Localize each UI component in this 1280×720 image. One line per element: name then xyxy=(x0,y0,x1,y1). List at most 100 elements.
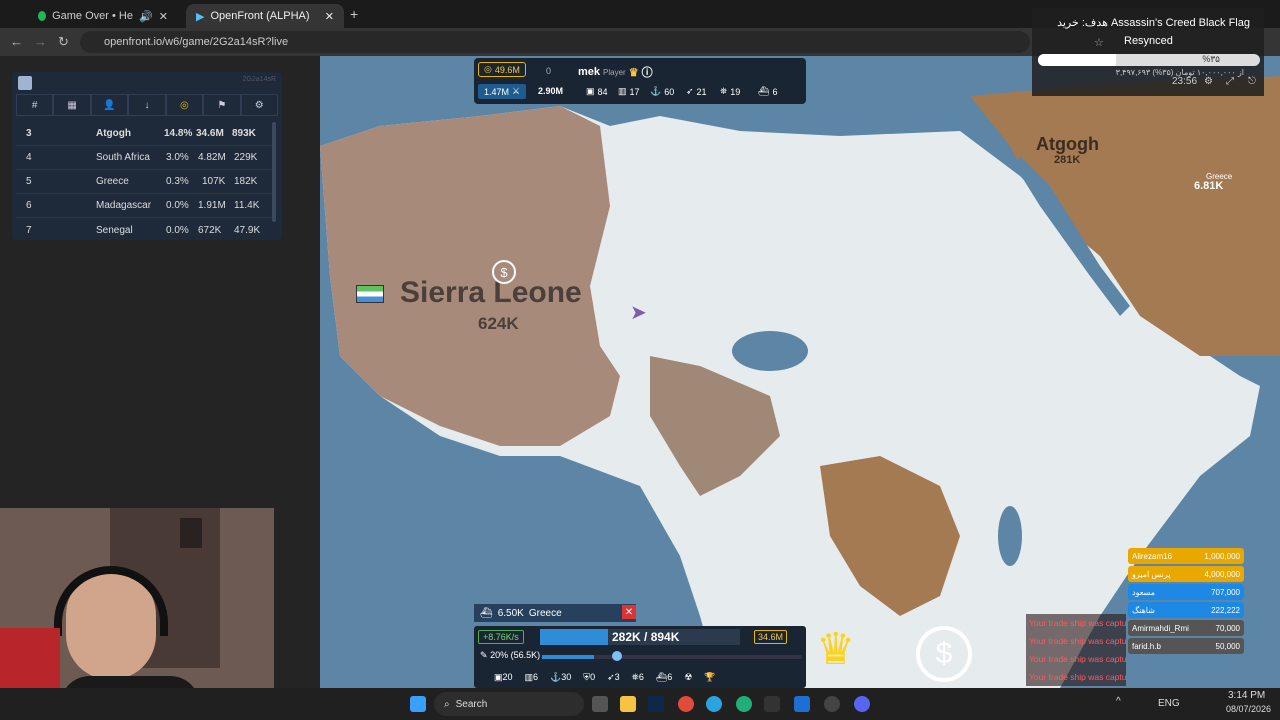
telegram-icon[interactable] xyxy=(706,696,722,712)
control-panel: ⛴ 6.50K Greece ✕ +8.76K/s 282K / 894K 34… xyxy=(474,604,806,688)
gold-chip-bottom: 34.6M xyxy=(754,630,788,644)
speaker-icon: 🔊 xyxy=(139,10,153,23)
url-field[interactable]: openfront.io/w6/game/2G2a14sR?live xyxy=(80,31,1030,53)
port-build-button[interactable]: ⚓30 xyxy=(550,672,571,683)
rate-value: +8.76K/s xyxy=(483,632,519,642)
donor-amount: 50,000 xyxy=(1215,641,1240,651)
defense-build-button[interactable]: ⛨0 xyxy=(583,672,595,683)
settings-icon[interactable]: ⚙ xyxy=(240,94,278,116)
donor-item: Amirmahdi_Rmi 70,000 xyxy=(1128,620,1244,636)
game-id: 2G2a14sR xyxy=(242,76,276,83)
country-label-sierra-leone[interactable]: Sierra Leone xyxy=(400,276,582,310)
population-fill xyxy=(540,629,608,645)
expand-icon[interactable]: ⤢ xyxy=(1226,76,1234,87)
donor-list: Alirezam16 1,000,000 پرنس امیرو 4,000,000 … xyxy=(1128,548,1244,656)
row-pct: 0.0% xyxy=(166,224,189,236)
country-troops-greece: 6.81K xyxy=(1194,180,1224,192)
city-build-button[interactable]: ▣20 xyxy=(494,672,513,683)
troops-value: 1.47M xyxy=(484,86,510,97)
donor-name: پرنس امیرو xyxy=(1132,569,1171,579)
exit-icon[interactable]: ⎋ xyxy=(1248,76,1256,87)
photoshop-icon[interactable] xyxy=(648,696,664,712)
language-indicator[interactable]: ENG xyxy=(1158,698,1180,709)
missile-build-button[interactable]: ➶3 xyxy=(607,672,620,683)
file-explorer-icon[interactable] xyxy=(620,696,636,712)
clock-time[interactable]: 3:14 PM xyxy=(1228,690,1265,701)
star-icon[interactable]: ☆ xyxy=(1094,36,1104,49)
population-bar: 282K / 894K xyxy=(540,629,740,645)
gold-coin-icon: $ xyxy=(492,260,516,284)
stat-value: 21 xyxy=(696,86,707,97)
stat-value: 19 xyxy=(730,86,741,97)
discord-icon[interactable] xyxy=(854,696,870,712)
row-rank: 6 xyxy=(26,200,32,211)
rate-chip: +8.76K/s xyxy=(478,630,524,644)
stat-value: 6 xyxy=(772,86,778,97)
code-icon[interactable] xyxy=(794,696,810,712)
windows-start-icon[interactable] xyxy=(410,696,426,712)
reload-icon[interactable]: ↻ xyxy=(58,34,69,50)
factory-build-button[interactable]: ▥6 xyxy=(525,672,539,683)
ship-icon: ⛴ xyxy=(758,86,770,96)
info-icon[interactable]: ⓘ xyxy=(642,64,653,80)
chart-icon[interactable] xyxy=(18,76,32,90)
forward-icon[interactable]: → xyxy=(34,34,47,49)
col-player-icon[interactable]: 👤 xyxy=(90,94,129,116)
col-sort-icon[interactable]: ↓ xyxy=(128,94,166,116)
leaderboard-scrollbar[interactable] xyxy=(272,122,276,222)
population-value: 282K / 894K xyxy=(612,630,680,644)
stat-value: 60 xyxy=(664,86,675,97)
row-troops: 11.4K xyxy=(234,200,260,211)
task-view-icon[interactable] xyxy=(592,696,608,712)
zero-value: 0 xyxy=(546,66,552,76)
openfront-icon: ▶ xyxy=(196,10,205,23)
workers-chip: 2.90M xyxy=(538,86,563,96)
row-troops: 47.9K xyxy=(234,224,261,236)
chrome-icon[interactable] xyxy=(678,696,694,712)
attack-ratio-value: 20% (56.5K) xyxy=(490,650,541,660)
donor-name: Amirmahdi_Rmi xyxy=(1132,623,1189,633)
leaderboard-panel: 2G2a14sR # ▦ 👤 ↓ ◎ ⚑ ⚙ 3 Atgogh 14.8% 34… xyxy=(12,72,282,240)
close-tab-icon[interactable]: ✕ xyxy=(325,10,334,23)
tab-openfront[interactable]: ▶ OpenFront (ALPHA) ✕ xyxy=(186,4,344,28)
clock-date[interactable]: 08/07/2026 xyxy=(1226,704,1271,714)
donor-amount: 222,222 xyxy=(1211,605,1240,615)
unit-count: 30 xyxy=(561,671,572,682)
stat-ports: ⚓ 60 xyxy=(650,86,674,97)
wall-frame xyxy=(180,518,202,548)
tab-spotify[interactable]: Game Over • Helynt, Gameboy 🔊 ✕ xyxy=(28,4,178,28)
unit-count: 0 xyxy=(590,671,596,682)
slider-thumb[interactable] xyxy=(612,651,622,661)
col-tiles-icon[interactable]: ▦ xyxy=(53,94,91,116)
back-icon[interactable]: ← xyxy=(10,34,23,49)
leaderboard-row[interactable]: 3 Atgogh 14.8% 34.6M 893K xyxy=(16,122,274,146)
search-box[interactable]: ⌕ Search xyxy=(434,692,584,716)
row-troops: 182K xyxy=(234,176,258,187)
unit-toolbar: ▣20 ▥6 ⚓30 ⛨0 ➶3 ⛯6 ⛴6 ☢ 🏆 xyxy=(494,668,794,686)
col-troops-icon[interactable]: ⚑ xyxy=(203,94,241,116)
attack-ratio-slider[interactable] xyxy=(542,651,802,661)
tray-chevron-icon[interactable]: ^ xyxy=(1116,696,1121,707)
donor-item: farid.h.b 50,000 xyxy=(1128,638,1244,654)
leaderboard-row[interactable]: 7 Senegal 0.0% 672K 47.9K xyxy=(16,218,274,242)
obs-icon[interactable] xyxy=(824,696,840,712)
warship-build-button[interactable]: ⛴6 xyxy=(656,672,672,683)
nuke-icon[interactable]: ☢ xyxy=(684,672,692,683)
new-tab-button[interactable]: + xyxy=(350,6,358,22)
factory-icon: ▥ xyxy=(618,86,627,96)
country-label-atgogh[interactable]: Atgogh xyxy=(1036,134,1099,155)
close-tab-icon[interactable]: ✕ xyxy=(159,10,168,23)
leaderboard-row[interactable]: 5 Greece 0.3% 107K 182K xyxy=(16,170,274,194)
row-rank: 4 xyxy=(26,152,32,163)
settings-icon[interactable]: ⚙ xyxy=(1204,76,1213,87)
leaderboard-row[interactable]: 6 Madagascar 0.0% 1.91M 11.4K xyxy=(16,194,274,218)
trophy-icon[interactable]: 🏆 xyxy=(704,672,715,683)
silo-build-button[interactable]: ⛯6 xyxy=(632,672,644,683)
col-rank[interactable]: # xyxy=(16,94,54,116)
close-target-icon[interactable]: ✕ xyxy=(622,605,636,619)
app-icon[interactable] xyxy=(764,696,780,712)
col-gold-icon[interactable]: ◎ xyxy=(165,94,204,116)
player-info-bar: ◎ 49.6M 0 mek Player ♛ ⓘ 1.47M ⚔ 2.90M ▣… xyxy=(474,58,806,104)
leaderboard-row[interactable]: 4 South Africa 3.0% 4.82M 229K xyxy=(16,146,274,170)
edge-icon[interactable] xyxy=(736,696,752,712)
